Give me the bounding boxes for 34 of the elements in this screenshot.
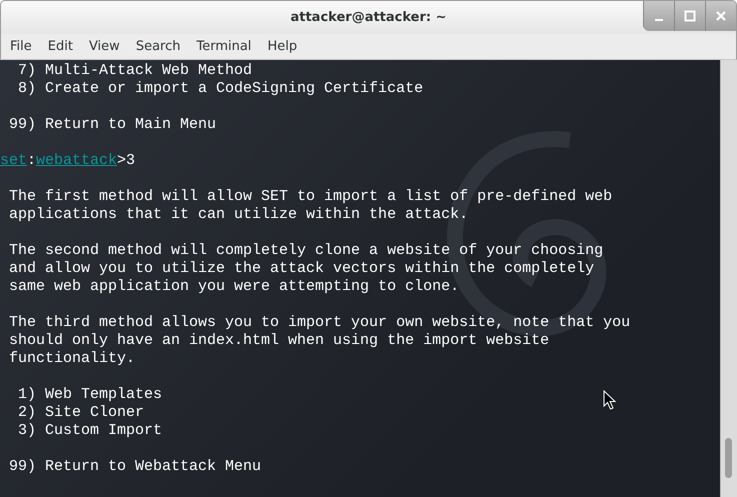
- menu-item[interactable]: Edit: [40, 39, 81, 54]
- menu-item[interactable]: Terminal: [188, 39, 260, 54]
- minimize-icon: [655, 19, 663, 21]
- maximize-icon: [684, 10, 696, 22]
- scrollbar[interactable]: [720, 60, 737, 497]
- prompt-module-name: webattack: [36, 152, 118, 170]
- window-title: attacker@attacker: ~: [290, 10, 447, 25]
- terminal-line: 7) Multi-Attack Web Method: [17, 62, 252, 80]
- prompt-tool-name: set: [0, 152, 28, 170]
- terminal-line: functionality.: [8, 350, 136, 368]
- maximize-button[interactable]: [674, 1, 705, 31]
- terminal-line: should only have an index.html when using the import website: [8, 332, 550, 350]
- terminal-line: 1) Web Templates: [17, 386, 162, 404]
- close-button[interactable]: [705, 1, 736, 31]
- terminal-line: 99) Return to Main Menu: [8, 116, 216, 134]
- terminal-line: and allow you to utilize the attack vectors within the completely: [8, 260, 594, 278]
- prompt-input-text: >3: [117, 152, 136, 170]
- terminal-line: applications that it can utilize within the attack.: [8, 206, 468, 224]
- terminal-line: 3) Custom Import: [17, 422, 162, 440]
- menu-item[interactable]: Help: [259, 39, 306, 54]
- minimize-button[interactable]: [643, 1, 674, 31]
- terminal-line: The second method will completely clone a website of your choosing: [8, 242, 604, 260]
- mouse-pointer-icon: [603, 390, 616, 410]
- prompt-separator: :: [27, 152, 36, 170]
- terminal-line: The first method will allow SET to import a list of pre-defined web: [8, 188, 612, 206]
- menu-item[interactable]: File: [2, 39, 40, 54]
- close-icon: [715, 10, 727, 22]
- terminal-line: same web application you were attempting to clone.: [8, 278, 460, 296]
- terminal-line: 99) Return to Webattack Menu: [8, 458, 262, 476]
- menu-item[interactable]: View: [80, 39, 128, 54]
- terminal-line: 8) Create or import a CodeSigning Certificate: [17, 80, 424, 98]
- terminal-line: 2) Site Cloner: [17, 404, 144, 422]
- terminal-line: The third method allows you to import your own website, note that you: [8, 314, 630, 332]
- menu-item[interactable]: Search: [128, 39, 188, 54]
